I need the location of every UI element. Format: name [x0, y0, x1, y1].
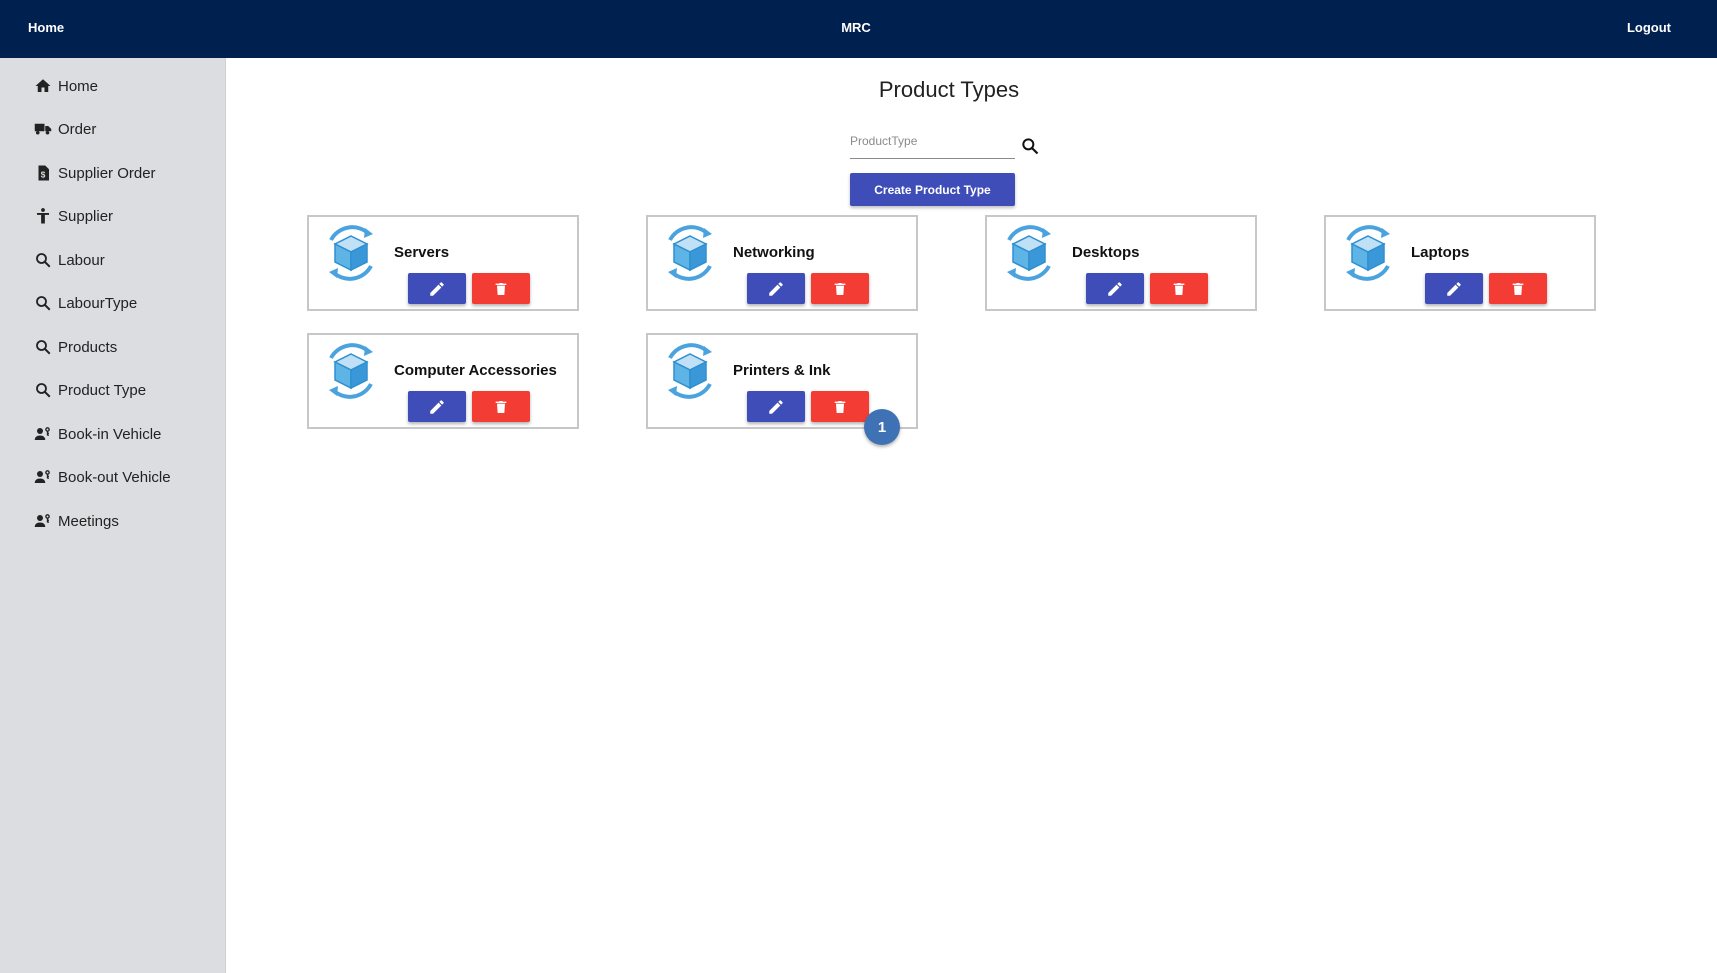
- app-brand: MRC: [841, 20, 871, 35]
- product-type-card: Servers: [307, 215, 579, 311]
- product-type-logo-icon: [1007, 225, 1051, 281]
- product-type-card: Computer Accessories: [307, 333, 579, 429]
- main-content: Product Types Create Product Type Server…: [226, 58, 1717, 973]
- search-field: [850, 130, 1015, 159]
- edit-button[interactable]: [1425, 273, 1483, 304]
- sidebar-item-book-out-vehicle[interactable]: Book-out Vehicle: [33, 465, 171, 489]
- sidebar-item-label: Supplier Order: [58, 164, 156, 182]
- truck-icon: [33, 119, 53, 139]
- notification-badge[interactable]: 1: [864, 409, 900, 445]
- invoice-icon: $: [33, 163, 53, 183]
- trash-icon: [1173, 282, 1185, 295]
- delete-button[interactable]: [811, 273, 869, 304]
- product-type-card: Networking: [646, 215, 918, 311]
- sidebar: Home Order $ Supplier Order Supplier Lab…: [0, 58, 226, 973]
- search-icon[interactable]: [1020, 136, 1040, 156]
- sidebar-item-book-in-vehicle[interactable]: Book-in Vehicle: [33, 422, 161, 446]
- trash-icon: [495, 400, 507, 413]
- create-product-type-button[interactable]: Create Product Type: [850, 173, 1015, 206]
- edit-button[interactable]: [747, 391, 805, 422]
- sidebar-item-supplier-order[interactable]: $ Supplier Order: [33, 161, 156, 185]
- user-key-icon: [33, 424, 53, 444]
- user-key-icon: [33, 467, 53, 487]
- delete-button[interactable]: [1489, 273, 1547, 304]
- search-icon: [33, 337, 53, 357]
- product-type-logo-icon: [668, 343, 712, 399]
- pencil-icon: [430, 281, 444, 296]
- sidebar-item-order[interactable]: Order: [33, 117, 96, 141]
- product-type-logo-icon: [329, 225, 373, 281]
- product-type-name: Computer Accessories: [394, 362, 557, 379]
- edit-button[interactable]: [747, 273, 805, 304]
- pencil-icon: [769, 281, 783, 296]
- sidebar-item-label: LabourType: [58, 294, 138, 312]
- sidebar-item-label: Order: [58, 120, 97, 138]
- logout-link[interactable]: Logout: [1627, 20, 1671, 35]
- sidebar-item-meetings[interactable]: Meetings: [33, 509, 119, 533]
- edit-button[interactable]: [1086, 273, 1144, 304]
- sidebar-item-product-type[interactable]: Product Type: [33, 378, 146, 402]
- product-type-name: Networking: [733, 244, 815, 261]
- pencil-icon: [430, 399, 444, 414]
- sidebar-item-products[interactable]: Products: [33, 335, 117, 359]
- delete-button[interactable]: [811, 391, 869, 422]
- pencil-icon: [769, 399, 783, 414]
- product-type-name: Servers: [394, 244, 450, 261]
- top-app-bar: Home MRC Logout: [0, 0, 1717, 58]
- trash-icon: [834, 400, 846, 413]
- trash-icon: [1512, 282, 1524, 295]
- sidebar-item-label: Book-in Vehicle: [58, 425, 162, 443]
- search-icon: [33, 380, 53, 400]
- product-type-logo-icon: [668, 225, 712, 281]
- product-type-name: Laptops: [1411, 244, 1470, 261]
- product-type-card: Laptops: [1324, 215, 1596, 311]
- pencil-icon: [1108, 281, 1122, 296]
- sidebar-item-label: Book-out Vehicle: [58, 468, 171, 486]
- sidebar-item-label: Home: [58, 77, 99, 95]
- delete-button[interactable]: [472, 273, 530, 304]
- product-type-logo-icon: [1346, 225, 1390, 281]
- trash-icon: [834, 282, 846, 295]
- product-type-card: Desktops: [985, 215, 1257, 311]
- sidebar-item-labour[interactable]: Labour: [33, 248, 105, 272]
- sidebar-item-label: Meetings: [58, 512, 119, 530]
- sidebar-item-label: Labour: [58, 251, 105, 269]
- page-title: Product Types: [878, 77, 1020, 102]
- pencil-icon: [1447, 281, 1461, 296]
- trash-icon: [495, 282, 507, 295]
- sidebar-item-home[interactable]: Home: [33, 74, 98, 98]
- sidebar-item-supplier[interactable]: Supplier: [33, 204, 113, 228]
- product-type-name: Desktops: [1072, 244, 1140, 261]
- product-type-name: Printers & Ink: [733, 362, 831, 379]
- product-type-search-input[interactable]: [850, 130, 1010, 148]
- sidebar-item-label: Products: [58, 338, 118, 356]
- product-type-logo-icon: [329, 343, 373, 399]
- home-icon: [33, 76, 53, 96]
- delete-button[interactable]: [472, 391, 530, 422]
- svg-text:$: $: [41, 171, 46, 180]
- delete-button[interactable]: [1150, 273, 1208, 304]
- sidebar-item-labourtype[interactable]: LabourType: [33, 291, 137, 315]
- edit-button[interactable]: [408, 391, 466, 422]
- search-icon: [33, 293, 53, 313]
- user-key-icon: [33, 511, 53, 531]
- sidebar-item-label: Product Type: [58, 381, 147, 399]
- search-icon: [33, 250, 53, 270]
- person-icon: [33, 206, 53, 226]
- edit-button[interactable]: [408, 273, 466, 304]
- sidebar-item-label: Supplier: [58, 207, 114, 225]
